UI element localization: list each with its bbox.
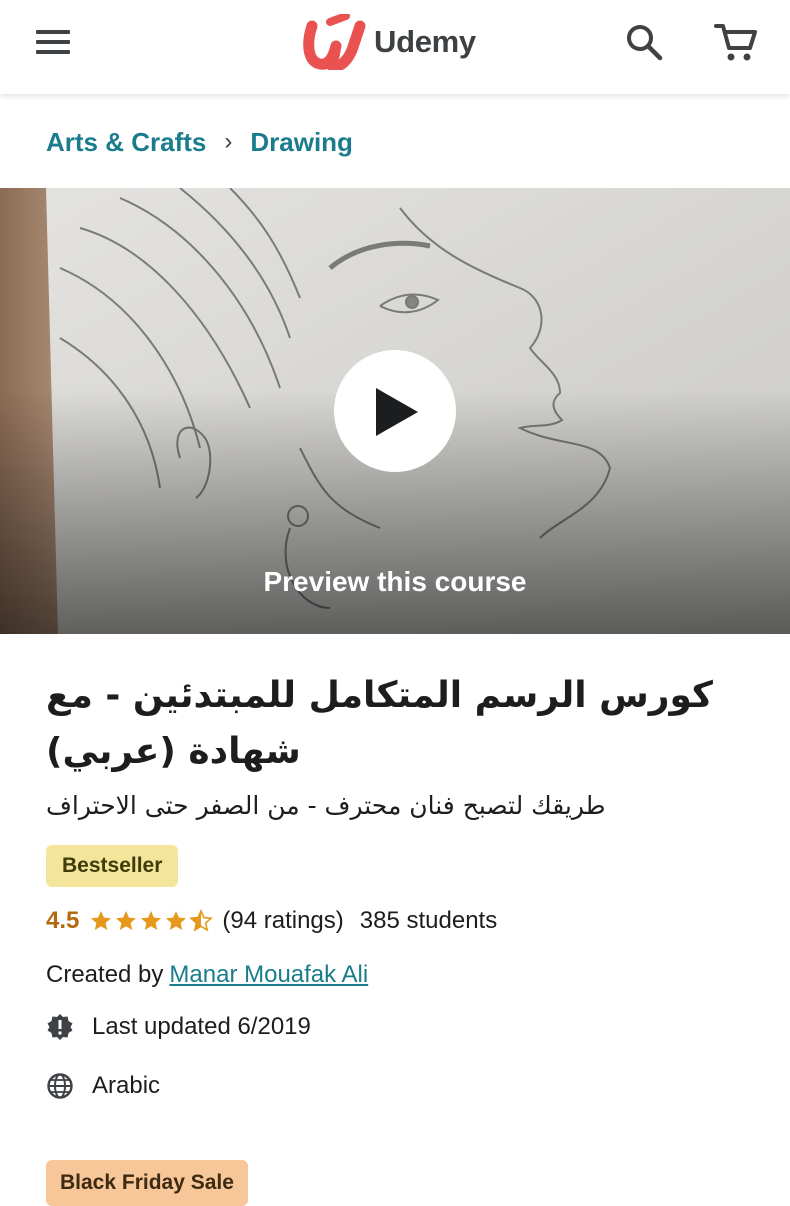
play-icon	[376, 388, 418, 436]
last-updated-text: Last updated 6/2019	[92, 1013, 311, 1040]
course-preview-video[interactable]: Preview this course	[0, 188, 790, 634]
globe-icon	[47, 1073, 73, 1099]
black-friday-sale-badge: Black Friday Sale	[46, 1160, 248, 1206]
ratings-count[interactable]: (94 ratings)	[222, 907, 343, 935]
chevron-right-icon: ›	[224, 128, 233, 155]
rating-row: 4.5 (94 ratings) 385 students	[46, 904, 497, 938]
star-rating	[89, 909, 214, 933]
star-icon	[166, 911, 187, 930]
star-icon	[141, 911, 162, 930]
shopping-cart-icon[interactable]	[712, 18, 760, 66]
students-count: 385 students	[359, 907, 498, 934]
rating-value: 4.5	[46, 907, 80, 934]
udemy-logo-mark	[303, 14, 366, 70]
course-subtitle: طريقك لتصبح فنان محترف - من الصفر حتى ال…	[46, 791, 606, 820]
language-row: Arabic	[46, 1069, 160, 1103]
created-by-label: Created by	[46, 961, 164, 988]
star-icon	[91, 911, 112, 930]
udemy-logo[interactable]: Udemy	[302, 14, 492, 70]
half-star-icon	[189, 909, 214, 932]
breadcrumb-arts-crafts[interactable]: Arts & Crafts	[46, 127, 206, 158]
logo-wordmark: Udemy	[374, 24, 476, 59]
instructor-link[interactable]: Manar Mouafak Ali	[169, 961, 368, 989]
last-updated-row: Last updated 6/2019	[46, 1010, 311, 1044]
created-by-row: Created by Manar Mouafak Ali	[46, 958, 368, 992]
preview-course-label: Preview this course	[263, 566, 527, 597]
alert-badge-icon	[47, 1014, 73, 1040]
course-title: كورس الرسم المتكامل للمبتدئين - مع شهادة…	[46, 675, 713, 772]
breadcrumb: Arts & Crafts › Drawing	[46, 124, 353, 160]
hamburger-menu-icon[interactable]	[34, 26, 74, 58]
breadcrumb-drawing[interactable]: Drawing	[250, 127, 353, 158]
search-icon[interactable]	[624, 22, 666, 64]
star-icon	[116, 911, 137, 930]
bestseller-badge: Bestseller	[46, 845, 179, 887]
course-language: Arabic	[92, 1072, 161, 1099]
top-header: Udemy	[0, 0, 790, 94]
